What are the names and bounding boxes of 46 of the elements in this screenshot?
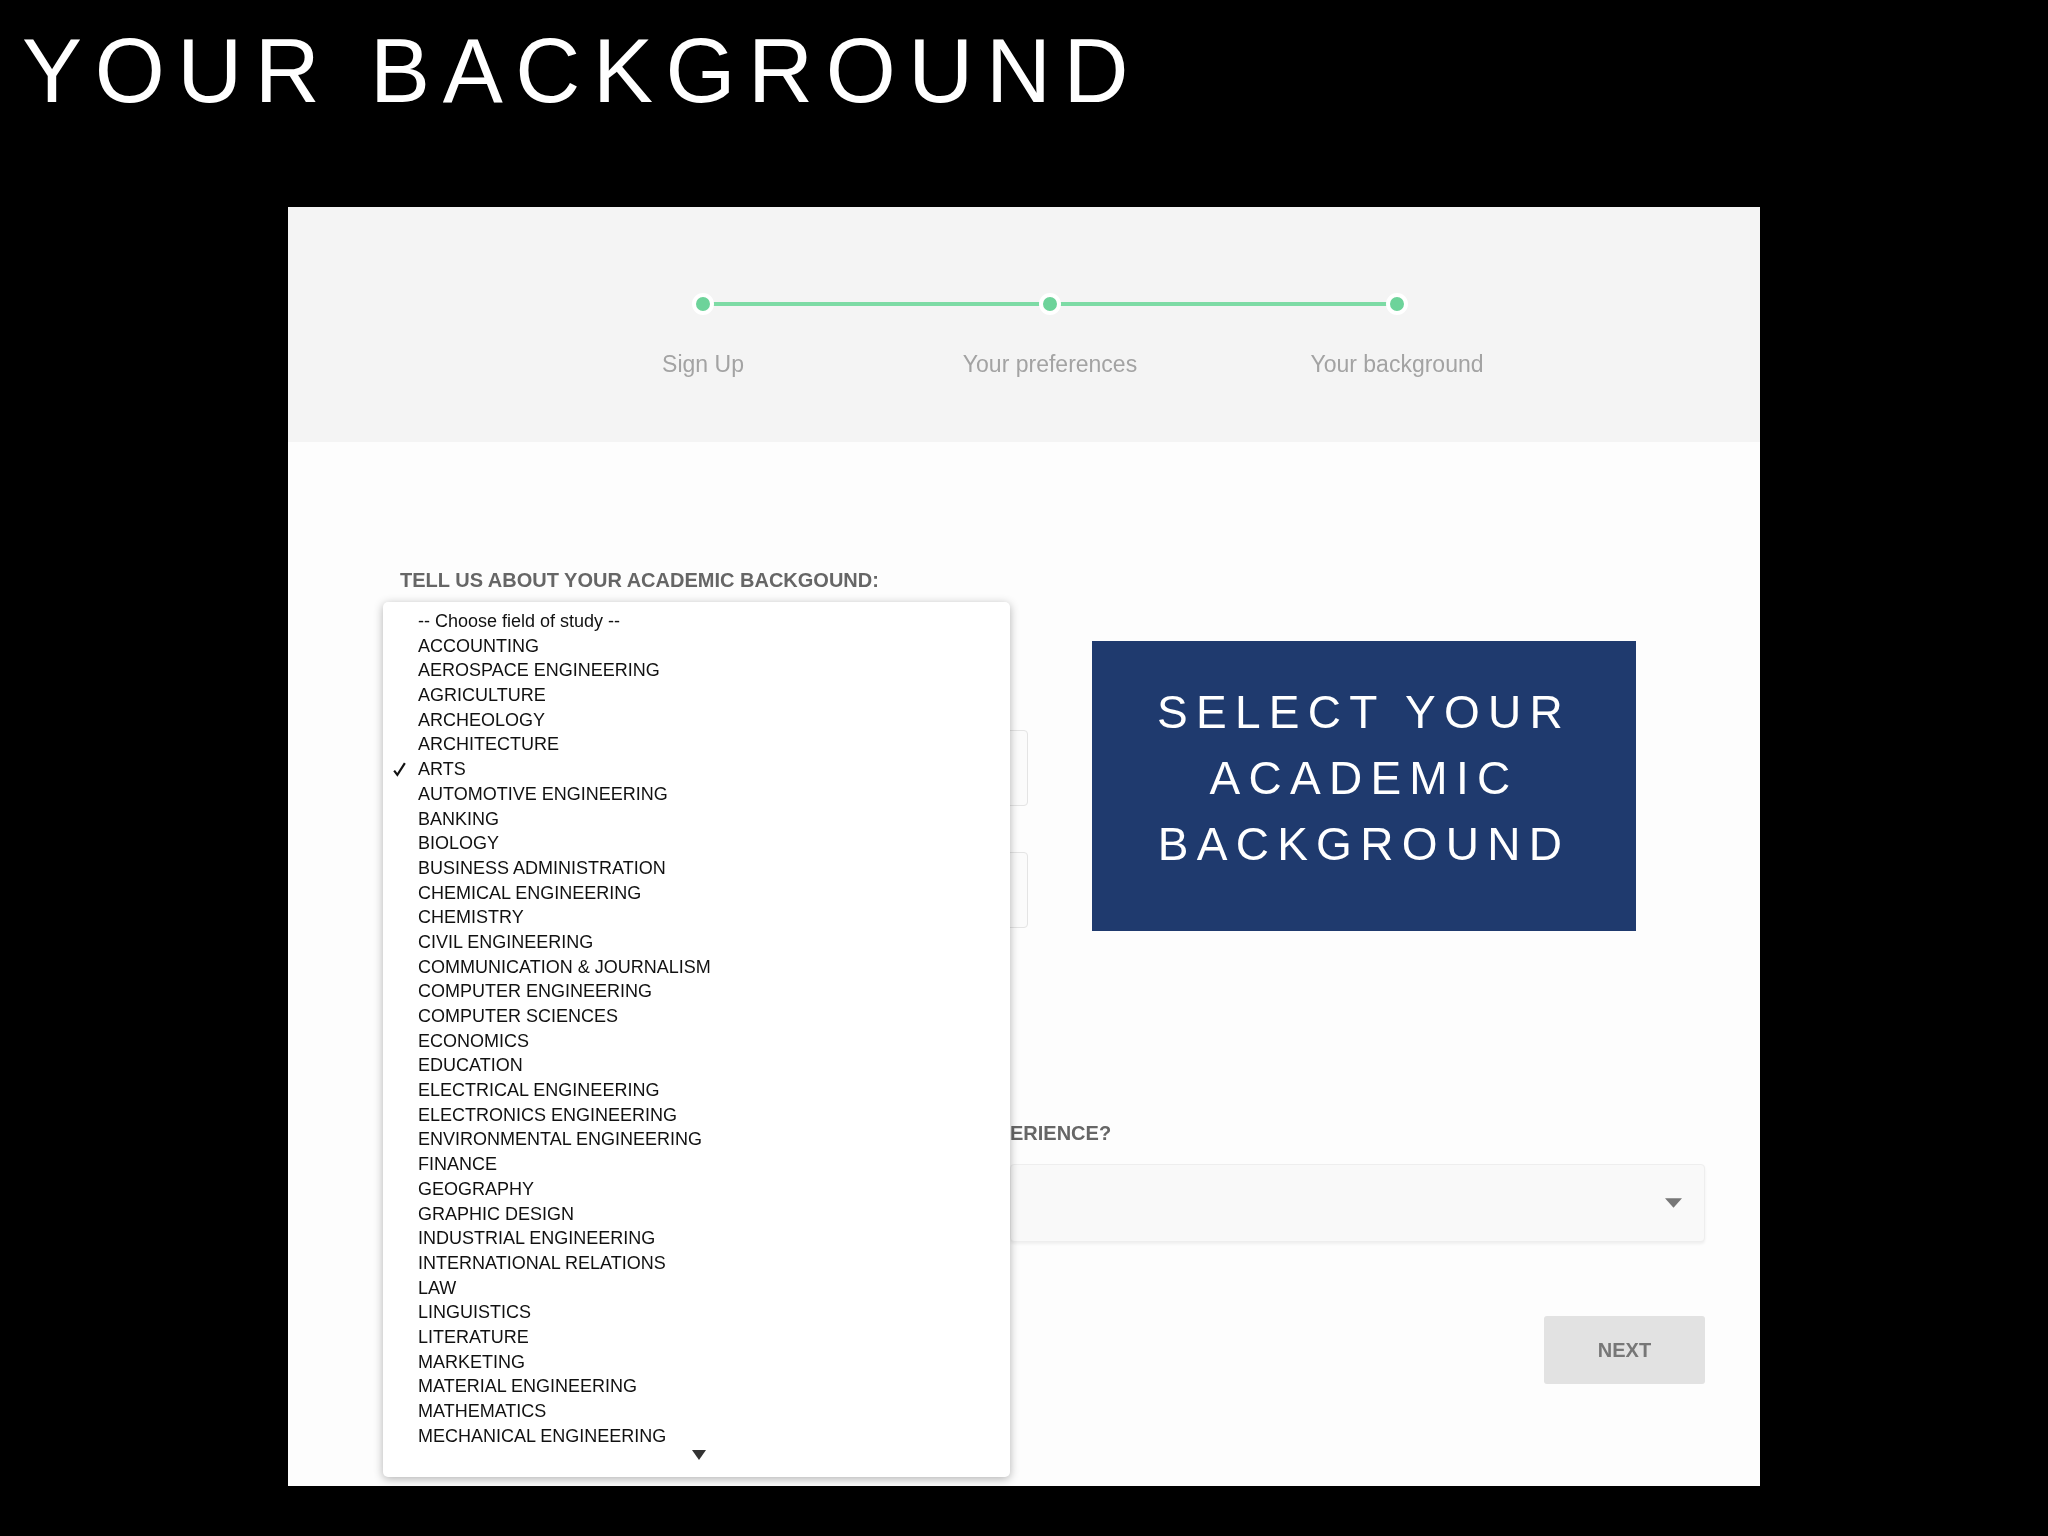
field-label: ERIENCE? (1010, 1122, 1112, 1145)
dropdown-option[interactable]: BANKING (383, 806, 500, 832)
dropdown-option[interactable]: ARCHITECTURE (383, 732, 559, 758)
dropdown-option[interactable]: ARCHEOLOGY (383, 707, 546, 733)
dropdown-option[interactable]: AUTOMOTIVE ENGINEERING (383, 781, 668, 807)
callout-text: ACADEMIC (1209, 751, 1519, 806)
dropdown-option[interactable]: CHEMISTRY (383, 905, 524, 930)
dropdown-option[interactable]: GRAPHIC DESIGN (383, 1201, 575, 1227)
dropdown-option[interactable]: BUSINESS ADMINISTRATION (383, 855, 666, 881)
scroll-down-icon[interactable] (692, 1450, 706, 1460)
dropdown-option[interactable]: BIOLOGY (383, 831, 500, 856)
dropdown-option[interactable]: -- Choose field of study -- (383, 609, 621, 634)
dropdown-option[interactable]: INDUSTRIAL ENGINEERING (383, 1226, 656, 1251)
dropdown-option[interactable]: EDUCATION (383, 1053, 523, 1079)
dropdown-option[interactable]: LAW (383, 1275, 457, 1301)
field-label: TELL US ABOUT YOUR ACADEMIC BACKGOUND: (400, 569, 879, 592)
dropdown-option[interactable]: ENVIRONMENTAL ENGINEERING (383, 1127, 703, 1153)
callout-text: SELECT YOUR (1156, 685, 1571, 740)
step-label: Your preferences (962, 351, 1138, 378)
dropdown-option[interactable]: ELECTRONICS ENGINEERING (383, 1102, 678, 1128)
dropdown-option[interactable]: LINGUISTICS (383, 1300, 532, 1325)
select-field[interactable] (1010, 1164, 1705, 1242)
callout-text: BACKGROUND (1157, 817, 1571, 872)
dropdown-option[interactable]: COMPUTER SCIENCES (383, 1004, 619, 1029)
dropdown-option[interactable]: AEROSPACE ENGINEERING (383, 658, 660, 684)
dropdown-option[interactable]: FINANCE (383, 1152, 497, 1177)
slide-title: YOUR BACKGROUND (22, 21, 1142, 121)
dropdown-option[interactable]: CHEMICAL ENGINEERING (383, 880, 642, 906)
dropdown-option[interactable]: COMPUTER ENGINEERING (383, 979, 653, 1004)
step-label: Sign Up (662, 351, 744, 378)
dropdown-option[interactable]: MATERIAL ENGINEERING (383, 1374, 638, 1399)
dropdown-option[interactable]: ELECTRICAL ENGINEERING (383, 1078, 660, 1103)
dropdown-option[interactable]: LITERATURE (383, 1324, 529, 1350)
dropdown-option[interactable]: ACCOUNTING (383, 633, 539, 659)
dropdown-option[interactable]: ARTS (383, 757, 466, 782)
caret-icon (1665, 1198, 1682, 1208)
dropdown-option[interactable]: MECHANICAL ENGINEERING (383, 1423, 667, 1449)
dropdown-option[interactable]: COMMUNICATION & JOURNALISM (383, 954, 711, 980)
dropdown-option[interactable]: ECONOMICS (383, 1028, 529, 1054)
dropdown-option[interactable]: GEOGRAPHY (383, 1176, 535, 1202)
dropdown-option[interactable]: CIVIL ENGINEERING (383, 929, 594, 955)
dropdown-option[interactable]: MARKETING (383, 1349, 525, 1375)
dropdown-option[interactable]: INTERNATIONAL RELATIONS (383, 1250, 666, 1276)
dropdown-option[interactable]: AGRICULTURE (383, 683, 546, 708)
dropdown-option[interactable]: MATHEMATICS (383, 1399, 547, 1424)
step-label: Your background (1310, 351, 1484, 378)
